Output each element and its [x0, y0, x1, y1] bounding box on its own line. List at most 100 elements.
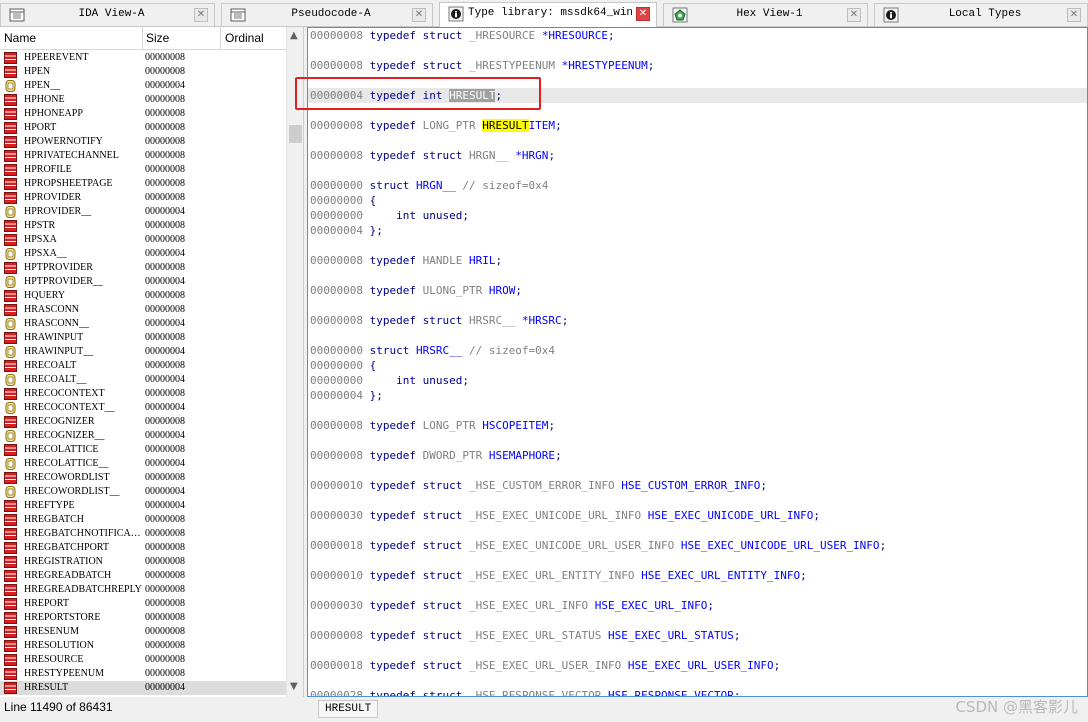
type-row[interactable]: HREPORT 00000008 [0, 597, 286, 611]
type-row[interactable]: HRECOGNIZER__ 00000004 [0, 429, 286, 443]
type-row[interactable]: HPEEREVENT 00000008 [0, 51, 286, 65]
code-line[interactable]: 00000008 typedef struct _HRESTYPEENUM *H… [310, 58, 654, 73]
code-line[interactable]: 00000000 struct HRSRC__ // sizeof=0x4 [310, 343, 555, 358]
code-line[interactable]: 00000008 typedef ULONG_PTR HROW; [310, 283, 522, 298]
type-name: HPEN [24, 66, 51, 77]
type-row[interactable]: HRECOGNIZER 00000008 [0, 415, 286, 429]
type-row[interactable]: HRASCONN 00000008 [0, 303, 286, 317]
type-size: 00000004 [145, 486, 185, 497]
code-line[interactable]: 00000008 typedef DWORD_PTR HSEMAPHORE; [310, 448, 562, 463]
type-row[interactable]: HRECOWORDLIST__ 00000004 [0, 485, 286, 499]
column-header-size[interactable]: Size [146, 31, 169, 45]
code-line[interactable]: 00000010 typedef struct _HSE_EXEC_URL_EN… [310, 568, 807, 583]
column-divider[interactable] [220, 27, 221, 49]
type-row[interactable]: HPROVIDER 00000008 [0, 191, 286, 205]
scroll-thumb[interactable] [289, 125, 302, 143]
type-row[interactable]: HPEN 00000008 [0, 65, 286, 79]
code-line[interactable]: 00000008 typedef struct _HSE_EXEC_URL_ST… [310, 628, 741, 643]
typedef-icon [4, 164, 17, 176]
type-row[interactable]: HPHONEAPP 00000008 [0, 107, 286, 121]
type-row[interactable]: HRECOCONTEXT 00000008 [0, 387, 286, 401]
type-row[interactable]: HPTPROVIDER 00000008 [0, 261, 286, 275]
close-icon[interactable]: ✕ [194, 8, 208, 22]
code-line[interactable]: 00000000 { [310, 358, 376, 373]
type-row[interactable]: HREGBATCHNOTIFICA… 00000008 [0, 527, 286, 541]
type-row[interactable]: HREPORTSTORE 00000008 [0, 611, 286, 625]
code-line[interactable]: 00000008 typedef struct HRSRC__ *HRSRC; [310, 313, 568, 328]
type-row[interactable]: HREGISTRATION 00000008 [0, 555, 286, 569]
type-row[interactable]: HRAWINPUT__ 00000004 [0, 345, 286, 359]
type-row[interactable]: HRECOLATTICE__ 00000004 [0, 457, 286, 471]
type-row[interactable]: HRESOURCE 00000008 [0, 653, 286, 667]
type-row[interactable]: HRECOWORDLIST 00000008 [0, 471, 286, 485]
column-header-ordinal[interactable]: Ordinal [225, 31, 264, 45]
type-size: 00000008 [145, 388, 185, 399]
type-row[interactable]: HRECOALT__ 00000004 [0, 373, 286, 387]
type-row[interactable]: HQUERY 00000008 [0, 289, 286, 303]
close-icon[interactable]: ✕ [412, 8, 426, 22]
type-row[interactable]: HRECOLATTICE 00000008 [0, 443, 286, 457]
code-line[interactable]: 00000004 }; [310, 223, 383, 238]
type-row[interactable]: HREFTYPE 00000004 [0, 499, 286, 513]
type-row[interactable]: HRASCONN__ 00000004 [0, 317, 286, 331]
type-row[interactable]: HPHONE 00000008 [0, 93, 286, 107]
code-line[interactable]: 00000000 { [310, 193, 376, 208]
type-row[interactable]: HREGREADBATCH 00000008 [0, 569, 286, 583]
type-row[interactable]: HRESTYPEENUM 00000008 [0, 667, 286, 681]
tab-4[interactable]: Hex View-1 ✕ [663, 3, 868, 26]
type-row[interactable]: HRESULT 00000004 [0, 681, 286, 695]
tab-5[interactable]: Local Types ✕ [874, 3, 1088, 26]
code-line[interactable]: 00000008 typedef LONG_PTR HRESULTITEM; [310, 118, 562, 133]
code-line[interactable]: 00000008 typedef struct HRGN__ *HRGN; [310, 148, 555, 163]
type-row[interactable]: HPTPROVIDER__ 00000004 [0, 275, 286, 289]
scroll-down-arrow-icon[interactable]: ▼ [290, 681, 298, 692]
type-row[interactable]: HPRIVATECHANNEL 00000008 [0, 149, 286, 163]
code-line[interactable]: 00000028 typedef struct _HSE_RESPONSE_VE… [310, 688, 741, 696]
code-line[interactable]: 00000008 typedef LONG_PTR HSCOPEITEM; [310, 418, 555, 433]
code-line[interactable]: 00000030 typedef struct _HSE_EXEC_UNICOD… [310, 508, 820, 523]
type-row[interactable]: HPOWERNOTIFY 00000008 [0, 135, 286, 149]
code-line[interactable]: 00000010 typedef struct _HSE_CUSTOM_ERRO… [310, 478, 767, 493]
code-line[interactable]: 00000018 typedef struct _HSE_EXEC_UNICOD… [310, 538, 886, 553]
code-highlight: HRESULT [482, 119, 529, 132]
tab-3[interactable]: Type library: mssdk64_win7 ✕ [439, 2, 657, 27]
tab-1[interactable]: IDA View-A ✕ [0, 3, 215, 26]
code-line[interactable]: 00000000 int unused; [310, 208, 469, 223]
type-row[interactable]: HREGBATCH 00000008 [0, 513, 286, 527]
type-row[interactable]: HRECOCONTEXT__ 00000004 [0, 401, 286, 415]
type-row[interactable]: HREGBATCHPORT 00000008 [0, 541, 286, 555]
type-declarations[interactable]: 00000008 typedef struct _HRESOURCE *HRES… [308, 28, 1087, 696]
type-row[interactable]: HREGREADBATCHREPLY 00000008 [0, 583, 286, 597]
scroll-up-arrow-icon[interactable]: ▲ [290, 30, 298, 41]
type-row[interactable]: HRAWINPUT 00000008 [0, 331, 286, 345]
type-row[interactable]: HPSXA__ 00000004 [0, 247, 286, 261]
type-row[interactable]: HPROFILE 00000008 [0, 163, 286, 177]
type-row[interactable]: HRECOALT 00000008 [0, 359, 286, 373]
code-line[interactable]: 00000008 typedef HANDLE HRIL; [310, 253, 502, 268]
type-row[interactable]: HPEN__ 00000004 [0, 79, 286, 93]
type-row[interactable]: HPSXA 00000008 [0, 233, 286, 247]
tab-2[interactable]: Pseudocode-A ✕ [221, 3, 433, 26]
type-row[interactable]: HPROPSHEETPAGE 00000008 [0, 177, 286, 191]
type-row[interactable]: HPORT 00000008 [0, 121, 286, 135]
close-icon[interactable]: ✕ [636, 7, 650, 21]
type-list: HPEEREVENT 00000008 HPEN 00000008 HPEN__ 0000… [0, 51, 286, 697]
code-line[interactable]: 00000000 int unused; [310, 373, 469, 388]
code-line[interactable]: 00000030 typedef struct _HSE_EXEC_URL_IN… [310, 598, 714, 613]
code-line[interactable]: 00000008 typedef struct _HRESOURCE *HRES… [310, 28, 615, 43]
code-line[interactable]: 00000004 }; [310, 388, 383, 403]
code-keyword: typedef [369, 284, 423, 297]
type-row[interactable]: HRESENUM 00000008 [0, 625, 286, 639]
type-row[interactable]: HRESOLUTION 00000008 [0, 639, 286, 653]
code-line[interactable]: 00000000 struct HRGN__ // sizeof=0x4 [310, 178, 548, 193]
close-icon[interactable]: ✕ [1067, 8, 1081, 22]
list-scrollbar[interactable]: ▲ ▼ [286, 27, 303, 697]
type-row[interactable]: HPSTR 00000008 [0, 219, 286, 233]
close-icon[interactable]: ✕ [847, 8, 861, 22]
type-row[interactable]: HPROVIDER__ 00000004 [0, 205, 286, 219]
code-line[interactable]: 00000018 typedef struct _HSE_EXEC_URL_US… [310, 658, 780, 673]
column-header-name[interactable]: Name [4, 31, 36, 45]
column-divider[interactable] [142, 27, 143, 49]
code-identifier: HSEMAPHORE [488, 449, 556, 462]
type-size: 00000008 [145, 94, 185, 105]
